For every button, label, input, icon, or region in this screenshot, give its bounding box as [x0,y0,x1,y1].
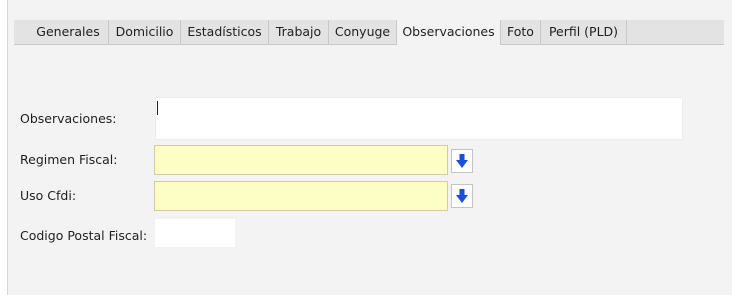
regimen-fiscal-dropdown-button[interactable] [451,149,473,173]
codigo-postal-fiscal-label: Codigo Postal Fiscal: [20,228,148,243]
uso-cfdi-dropdown-button[interactable] [451,184,473,208]
observaciones-label: Observaciones: [20,111,117,126]
observaciones-textarea[interactable] [155,97,683,140]
tab-domicilio[interactable]: Domicilio [109,20,181,44]
tab-conyuge[interactable]: Conyuge [329,20,397,44]
tab-observaciones[interactable]: Observaciones [397,20,501,45]
tab-trabajo[interactable]: Trabajo [269,20,329,44]
uso-cfdi-select[interactable] [154,181,448,211]
tab-generales[interactable]: Generales [28,20,109,44]
regimen-fiscal-label: Regimen Fiscal: [20,152,118,167]
tab-perfil-pld[interactable]: Perfil (PLD) [541,20,627,44]
regimen-fiscal-select[interactable] [154,145,448,175]
observaciones-panel: Generales Domicilio Estadísticos Trabajo… [7,0,732,295]
text-caret [157,101,158,115]
tab-foto[interactable]: Foto [501,20,541,44]
tab-bar: Generales Domicilio Estadísticos Trabajo… [14,20,724,45]
arrow-down-icon [456,154,468,168]
uso-cfdi-label: Uso Cfdi: [20,188,77,203]
codigo-postal-fiscal-input[interactable] [155,219,235,247]
arrow-down-icon [456,189,468,203]
tab-estadisticos[interactable]: Estadísticos [181,20,269,44]
